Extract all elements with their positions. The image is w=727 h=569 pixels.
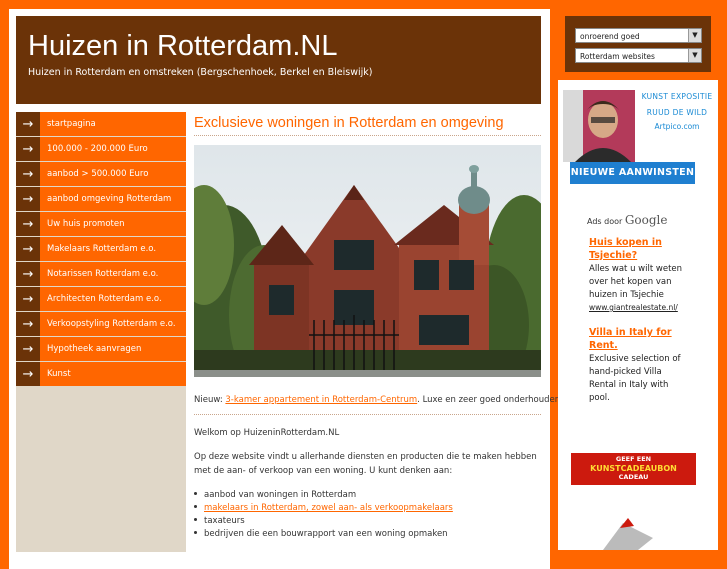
nav-item-500k-plus[interactable]: → aanbod > 500.000 Euro <box>16 162 186 186</box>
arrow-right-icon: → <box>16 137 40 161</box>
websites-select[interactable]: Rotterdam websites ▼ <box>575 48 702 63</box>
list-item-text: aanbod van woningen in Rotterdam <box>204 490 357 500</box>
hero-house-image <box>194 145 541 377</box>
arrow-right-icon: → <box>16 312 40 336</box>
gift-line3: CADEAU <box>618 473 649 481</box>
nav-item-100k-200k[interactable]: → 100.000 - 200.000 Euro <box>16 137 186 161</box>
nav-item-hypotheek[interactable]: → Hypotheek aanvragen <box>16 337 186 361</box>
google-logo: Google <box>624 213 668 227</box>
nav-item-verkoopstyling[interactable]: → Verkoopstyling Rotterdam e.o. <box>16 312 186 336</box>
nav-item-label: Architecten Rotterdam e.o. <box>47 294 162 304</box>
arrow-right-icon: → <box>16 362 40 386</box>
chevron-down-icon[interactable]: ▼ <box>688 49 701 62</box>
gift-line2: KUNSTCADEAUBON <box>590 464 677 473</box>
artist-link-line1[interactable]: KUNST EXPOSITIE <box>638 92 716 101</box>
list-item: aanbod van woningen in Rotterdam <box>194 490 453 503</box>
nav-item-omgeving[interactable]: → aanbod omgeving Rotterdam <box>16 187 186 211</box>
artist-link-line2[interactable]: RUUD DE WILD <box>638 108 716 117</box>
bullet-icon <box>194 492 197 495</box>
ad-title[interactable]: Huis kopen in Tsjechie? <box>589 236 669 262</box>
news-link[interactable]: 3-kamer appartement in Rotterdam-Centrum <box>225 395 417 405</box>
new-acquisitions-banner[interactable]: NIEUWE AANWINSTEN <box>570 162 695 184</box>
nav-item-makelaars[interactable]: → Makelaars Rotterdam e.o. <box>16 237 186 261</box>
bullet-icon <box>194 518 197 521</box>
list-item: makelaars in Rotterdam, zowel aan- als v… <box>194 503 453 516</box>
quicklinks-panel: onroerend goed ▼ Rotterdam websites ▼ <box>565 16 711 72</box>
ads-attribution[interactable]: Ads door Google <box>587 213 667 227</box>
list-item-link[interactable]: makelaars in Rotterdam, zowel aan- als v… <box>204 503 453 513</box>
nav-item-startpagina[interactable]: → startpagina <box>16 112 186 136</box>
nav-item-label: Verkoopstyling Rotterdam e.o. <box>47 319 176 329</box>
right-sidebar: KUNST EXPOSITIE RUUD DE WILD Artpico.com… <box>558 80 718 550</box>
nav-item-kunst[interactable]: → Kunst <box>16 362 186 386</box>
nav-item-label: Notarissen Rotterdam e.o. <box>47 269 159 279</box>
site-subtitle: Huizen in Rotterdam en omstreken (Bergsc… <box>28 67 373 78</box>
arrow-right-icon: → <box>16 112 40 136</box>
arrow-right-icon: → <box>16 162 40 186</box>
ad-description: Alles wat u wilt weten over het kopen va… <box>589 264 683 300</box>
artist-link-line3[interactable]: Artpico.com <box>638 122 716 131</box>
category-select[interactable]: onroerend goed ▼ <box>575 28 702 43</box>
gift-voucher-banner[interactable]: GEEF EEN KUNSTCADEAUBON CADEAU <box>571 453 696 485</box>
nav-item-promoten[interactable]: → Uw huis promoten <box>16 212 186 236</box>
ads-by-label: Ads door <box>587 217 623 226</box>
nav-item-label: Hypotheek aanvragen <box>47 344 142 354</box>
services-list: aanbod van woningen in Rotterdam makelaa… <box>194 490 453 542</box>
gift-line1: GEEF EEN <box>615 455 652 463</box>
artist-portrait[interactable] <box>563 90 635 162</box>
nav-item-architecten[interactable]: → Architecten Rotterdam e.o. <box>16 287 186 311</box>
arrow-right-icon: → <box>16 237 40 261</box>
websites-select-value: Rotterdam websites <box>580 52 655 61</box>
divider <box>194 414 541 415</box>
nav-item-label: startpagina <box>47 119 96 129</box>
ad-description: Exclusive selection of hand-picked Villa… <box>589 354 681 403</box>
welcome-text: Welkom op HuizeninRotterdam.NL <box>194 428 340 438</box>
ad-url[interactable]: www.giantrealestate.nl/ <box>589 303 678 312</box>
nav-item-label: Uw huis promoten <box>47 219 125 229</box>
list-item-text: taxateurs <box>204 516 245 526</box>
intro-text: Op deze website vindt u allerhande diens… <box>194 452 537 476</box>
nav-item-label: Makelaars Rotterdam e.o. <box>47 244 157 254</box>
ad-title[interactable]: Villa in Italy for Rent. <box>589 326 684 352</box>
nav-item-label: Kunst <box>47 369 71 379</box>
arrow-right-icon: → <box>16 212 40 236</box>
category-select-value: onroerend goed <box>580 32 640 41</box>
arrow-right-icon: → <box>16 187 40 211</box>
news-prefix: Nieuw: <box>194 395 226 405</box>
nav-item-notarissen[interactable]: → Notarissen Rotterdam e.o. <box>16 262 186 286</box>
house-illustration <box>194 145 541 377</box>
news-line: Nieuw: 3-kamer appartement in Rotterdam-… <box>194 395 563 405</box>
list-item-text: bedrijven die een bouwrapport van een wo… <box>204 529 448 539</box>
gift-icon <box>603 518 653 550</box>
list-item: taxateurs <box>194 516 453 529</box>
bullet-icon <box>194 531 197 534</box>
nav-item-label: aanbod omgeving Rotterdam <box>47 194 172 204</box>
sidebar-nav: → startpagina → 100.000 - 200.000 Euro → aa… <box>16 112 186 552</box>
chevron-down-icon[interactable]: ▼ <box>688 29 701 42</box>
list-item: bedrijven die een bouwrapport van een wo… <box>194 529 453 542</box>
main-content: Exclusieve woningen in Rotterdam en omge… <box>194 112 563 539</box>
site-title[interactable]: Huizen in Rotterdam.NL <box>28 30 337 63</box>
nav-item-label: 100.000 - 200.000 Euro <box>47 144 148 154</box>
news-suffix: . Luxe en zeer goed onderhouden. <box>417 395 563 405</box>
artist-photo <box>563 90 635 162</box>
page-title: Exclusieve woningen in Rotterdam en omge… <box>194 115 541 136</box>
arrow-right-icon: → <box>16 337 40 361</box>
site-header: Huizen in Rotterdam.NL Huizen in Rotterd… <box>16 16 541 104</box>
bullet-icon <box>194 505 197 508</box>
arrow-right-icon: → <box>16 287 40 311</box>
nav-item-label: aanbod > 500.000 Euro <box>47 169 149 179</box>
arrow-right-icon: → <box>16 262 40 286</box>
